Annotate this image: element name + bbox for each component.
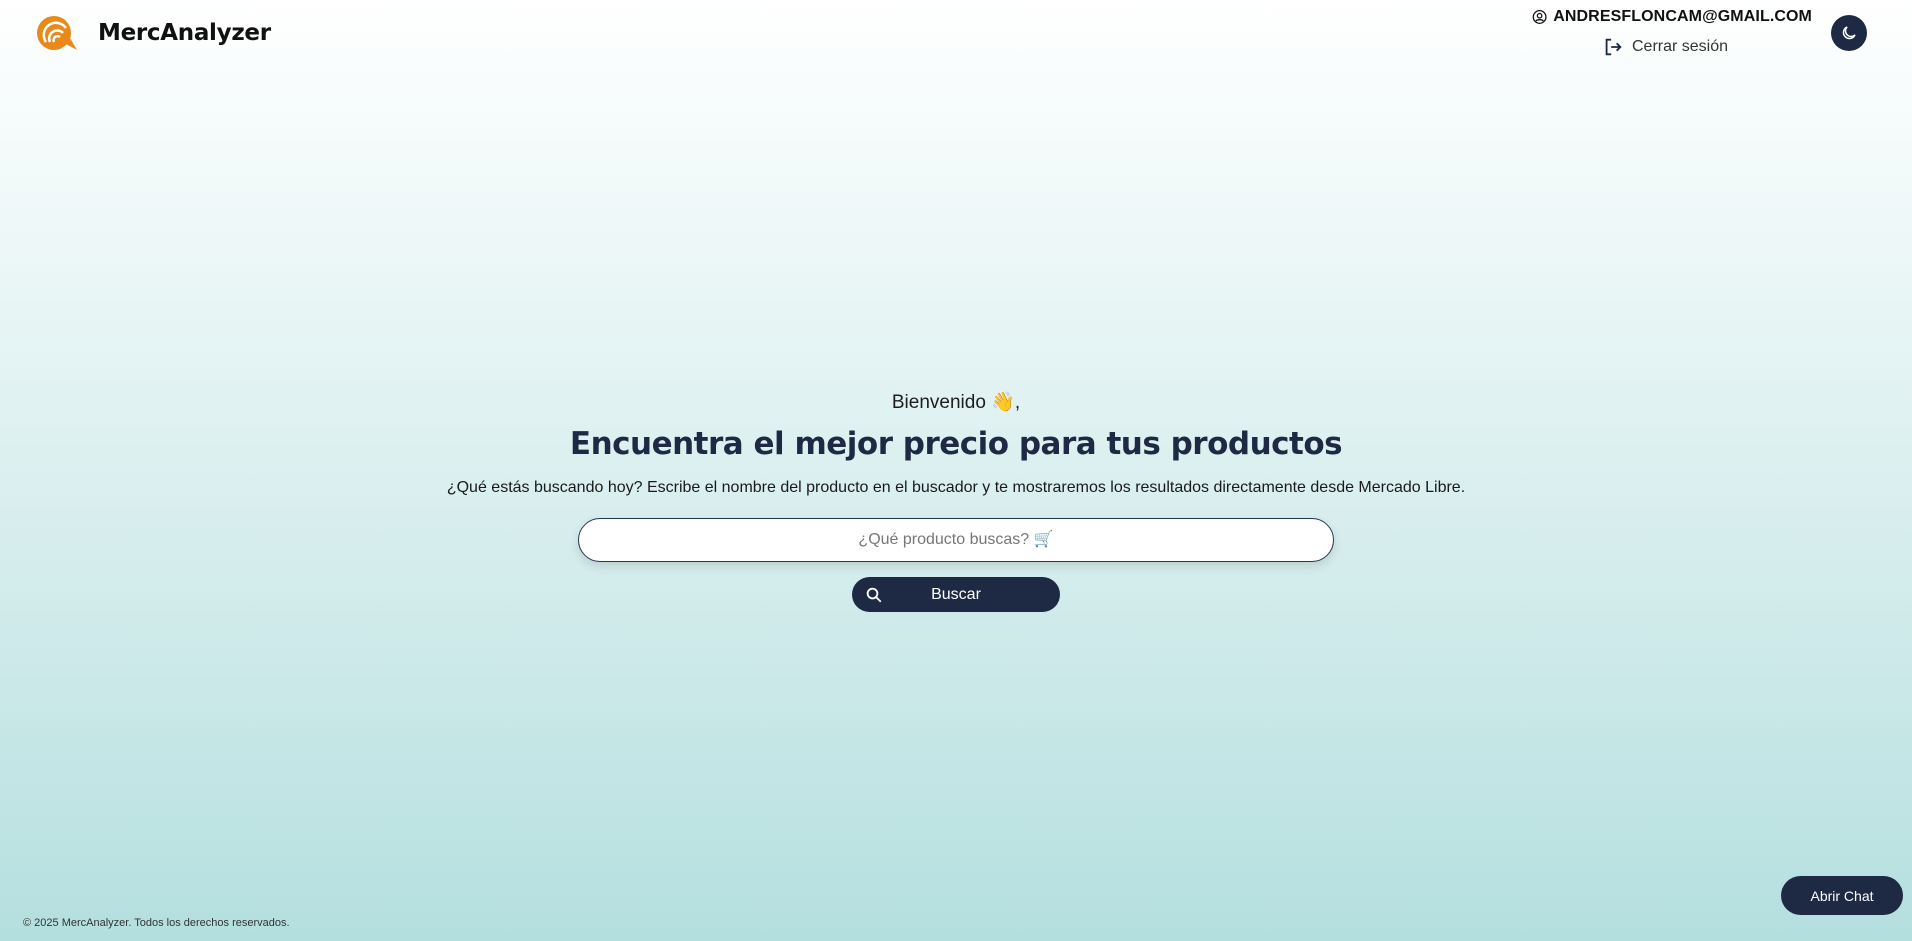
- search-button[interactable]: Buscar: [852, 577, 1060, 612]
- top-header: MercAnalyzer ANDRESFLONCAM@GMAIL.COM Cer…: [0, 0, 1912, 66]
- page-title: Encuentra el mejor precio para tus produ…: [569, 426, 1343, 462]
- search-container: [578, 518, 1334, 562]
- user-menu: ANDRESFLONCAM@GMAIL.COM Cerrar sesión: [1532, 6, 1812, 58]
- theme-toggle-button[interactable]: [1831, 15, 1867, 51]
- search-button-label: Buscar: [931, 585, 981, 603]
- footer-copyright: © 2025 MercAnalyzer. Todos los derechos …: [23, 917, 290, 929]
- open-chat-button[interactable]: Abrir Chat: [1781, 876, 1903, 915]
- search-icon: [866, 587, 882, 603]
- moon-icon: [1842, 26, 1856, 40]
- user-email: ANDRESFLONCAM@GMAIL.COM: [1553, 8, 1812, 25]
- brand-name: MercAnalyzer: [98, 20, 271, 46]
- search-input[interactable]: [578, 518, 1334, 562]
- hero-section: Bienvenido 👋, Encuentra el mejor precio …: [0, 388, 1912, 612]
- welcome-text: Bienvenido 👋,: [891, 392, 1021, 413]
- user-circle-icon: [1532, 10, 1547, 24]
- logout-button[interactable]: Cerrar sesión: [1602, 36, 1812, 58]
- user-info: ANDRESFLONCAM@GMAIL.COM: [1532, 6, 1812, 28]
- hero-description: ¿Qué estás buscando hoy? Escribe el nomb…: [446, 479, 1466, 496]
- logout-icon: [1605, 38, 1622, 56]
- logout-label: Cerrar sesión: [1632, 38, 1729, 55]
- brand[interactable]: MercAnalyzer: [36, 14, 271, 52]
- sound-wave-logo-icon: [37, 16, 77, 50]
